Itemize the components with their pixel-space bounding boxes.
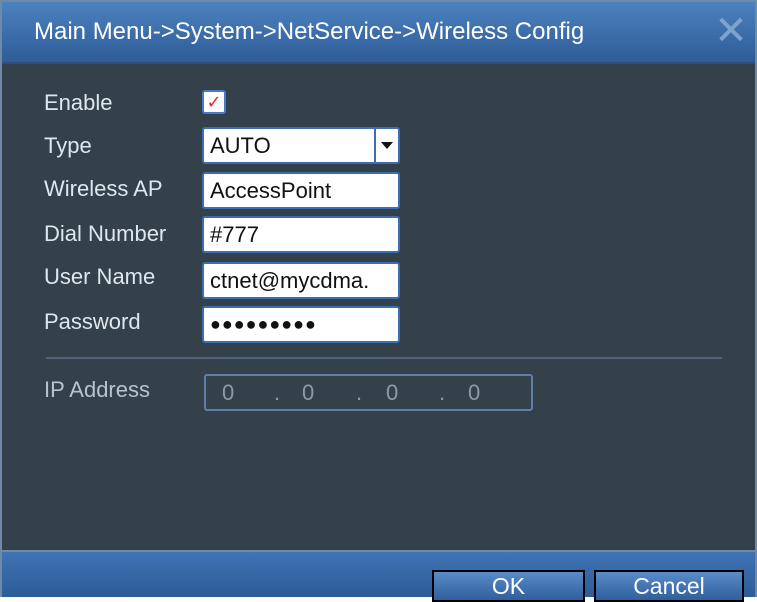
ip-separator: . bbox=[274, 380, 281, 405]
enable-label: Enable bbox=[44, 90, 113, 115]
dialog-title: Main Menu->System->NetService->Wireless … bbox=[34, 18, 585, 45]
ip-octet-3[interactable]: 0 bbox=[386, 380, 398, 406]
title-bar: Main Menu->System->NetService->Wireless … bbox=[2, 2, 755, 64]
ip-octet-4[interactable]: 0 bbox=[468, 380, 480, 406]
type-label: Type bbox=[44, 133, 92, 158]
ip-address-label: IP Address bbox=[44, 377, 150, 402]
wireless-config-dialog: Main Menu->System->NetService->Wireless … bbox=[0, 0, 757, 602]
dial-number-label: Dial Number bbox=[44, 221, 167, 246]
dial-number-input[interactable]: #777 bbox=[202, 216, 400, 253]
password-input[interactable]: ●●●●●●●●● bbox=[202, 306, 400, 343]
chevron-down-icon[interactable] bbox=[374, 129, 398, 162]
ip-octet-2[interactable]: 0 bbox=[302, 380, 314, 406]
ok-button[interactable]: OK bbox=[432, 570, 585, 602]
ip-address-input[interactable]: 0 . 0 . 0 . 0 bbox=[204, 374, 533, 411]
wireless-ap-label: Wireless AP bbox=[44, 176, 163, 201]
ip-separator: . bbox=[356, 380, 363, 405]
type-select[interactable]: AUTO bbox=[202, 127, 400, 164]
ip-octet-1[interactable]: 0 bbox=[222, 380, 234, 406]
type-select-value: AUTO bbox=[210, 133, 271, 158]
ip-separator: . bbox=[439, 380, 446, 405]
enable-checkbox[interactable]: ✓ bbox=[202, 90, 226, 114]
cancel-button[interactable]: Cancel bbox=[594, 570, 744, 602]
close-icon[interactable]: ✕ bbox=[711, 10, 751, 52]
button-bar: OK Cancel bbox=[2, 550, 755, 602]
user-name-label: User Name bbox=[44, 264, 156, 289]
wireless-ap-input[interactable]: AccessPoint bbox=[202, 172, 400, 209]
password-label: Password bbox=[44, 309, 141, 334]
section-divider bbox=[46, 357, 722, 359]
user-name-input[interactable]: ctnet@mycdma. bbox=[202, 262, 400, 299]
